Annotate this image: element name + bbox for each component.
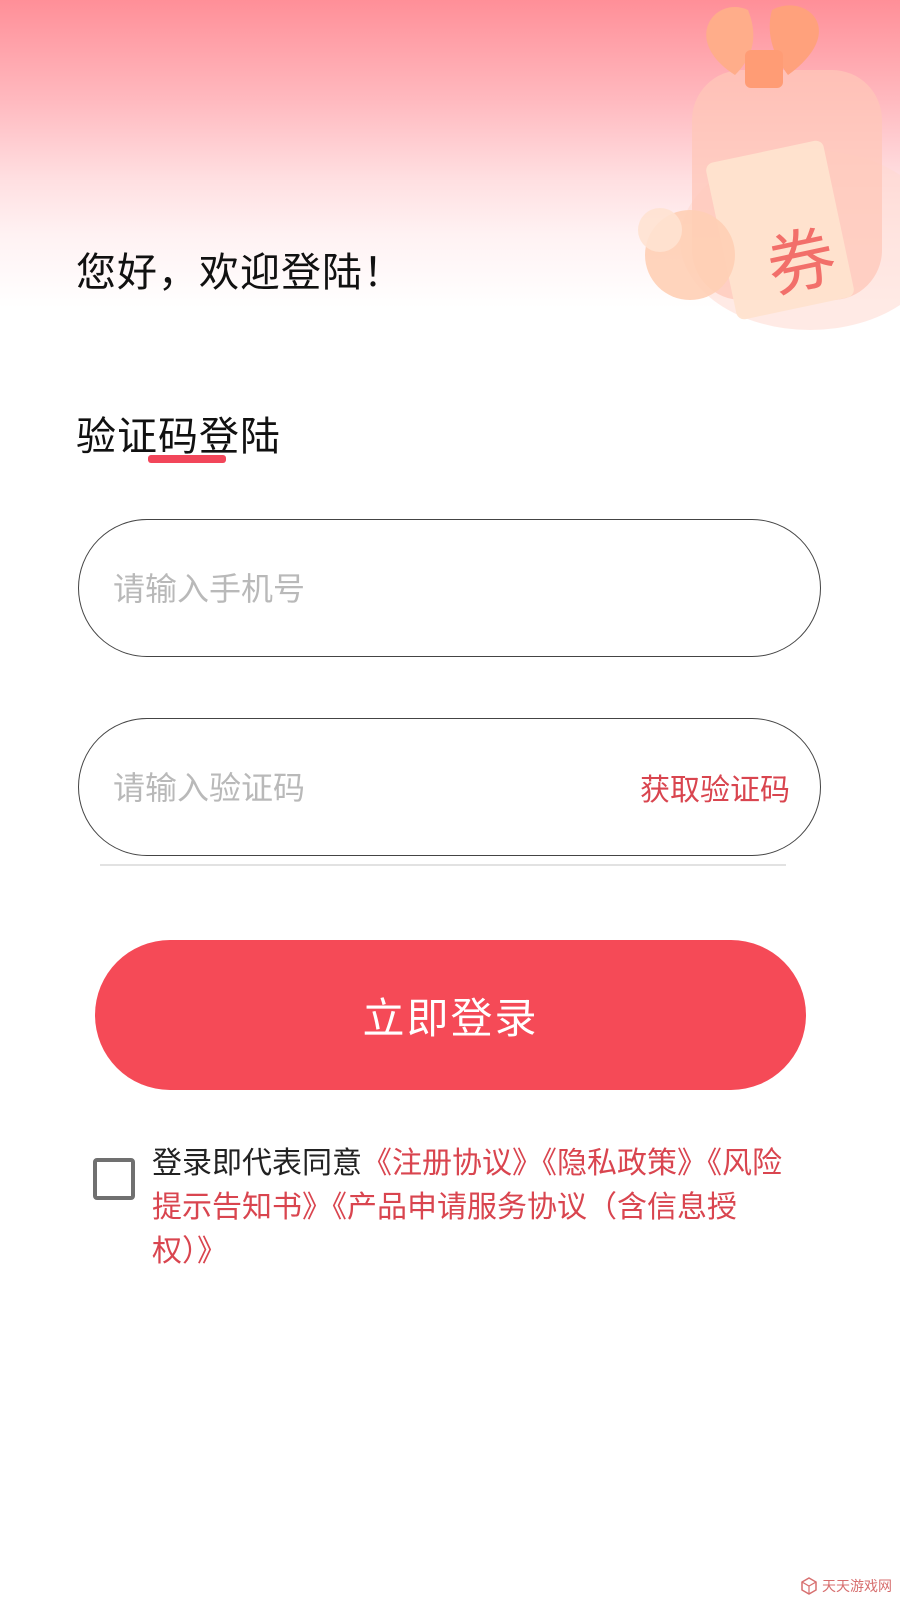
link-register-agreement[interactable]: 《注册协议》: [362, 1146, 542, 1181]
code-field[interactable]: 获取验证码: [78, 718, 821, 857]
agreement-text: 登录即代表同意《注册协议》《隐私政策》《风险提示告知书》《产品申请服务协议（含信…: [152, 1142, 792, 1274]
watermark: 天天游戏网: [800, 1576, 892, 1596]
agreement-checkbox[interactable]: [93, 1158, 135, 1200]
code-input[interactable]: [111, 719, 595, 857]
tab-code-login[interactable]: 验证码登陆: [76, 404, 281, 462]
get-code-button[interactable]: 获取验证码: [640, 765, 790, 809]
phone-field[interactable]: [78, 519, 821, 658]
phone-input[interactable]: [111, 520, 595, 658]
cube-logo-icon: [801, 1577, 817, 1595]
login-submit-button[interactable]: 立即登录: [95, 940, 806, 1090]
link-privacy-policy[interactable]: 《隐私政策》: [542, 1146, 707, 1181]
agreement-prefix: 登录即代表同意: [152, 1146, 362, 1181]
greeting-title: 您好，欢迎登陆！: [76, 250, 404, 296]
field-divider: [100, 864, 786, 866]
watermark-text: 天天游戏网: [822, 1579, 892, 1595]
gift-coupon-illustration: 券: [638, 5, 900, 330]
tab-active-indicator: [148, 455, 226, 463]
